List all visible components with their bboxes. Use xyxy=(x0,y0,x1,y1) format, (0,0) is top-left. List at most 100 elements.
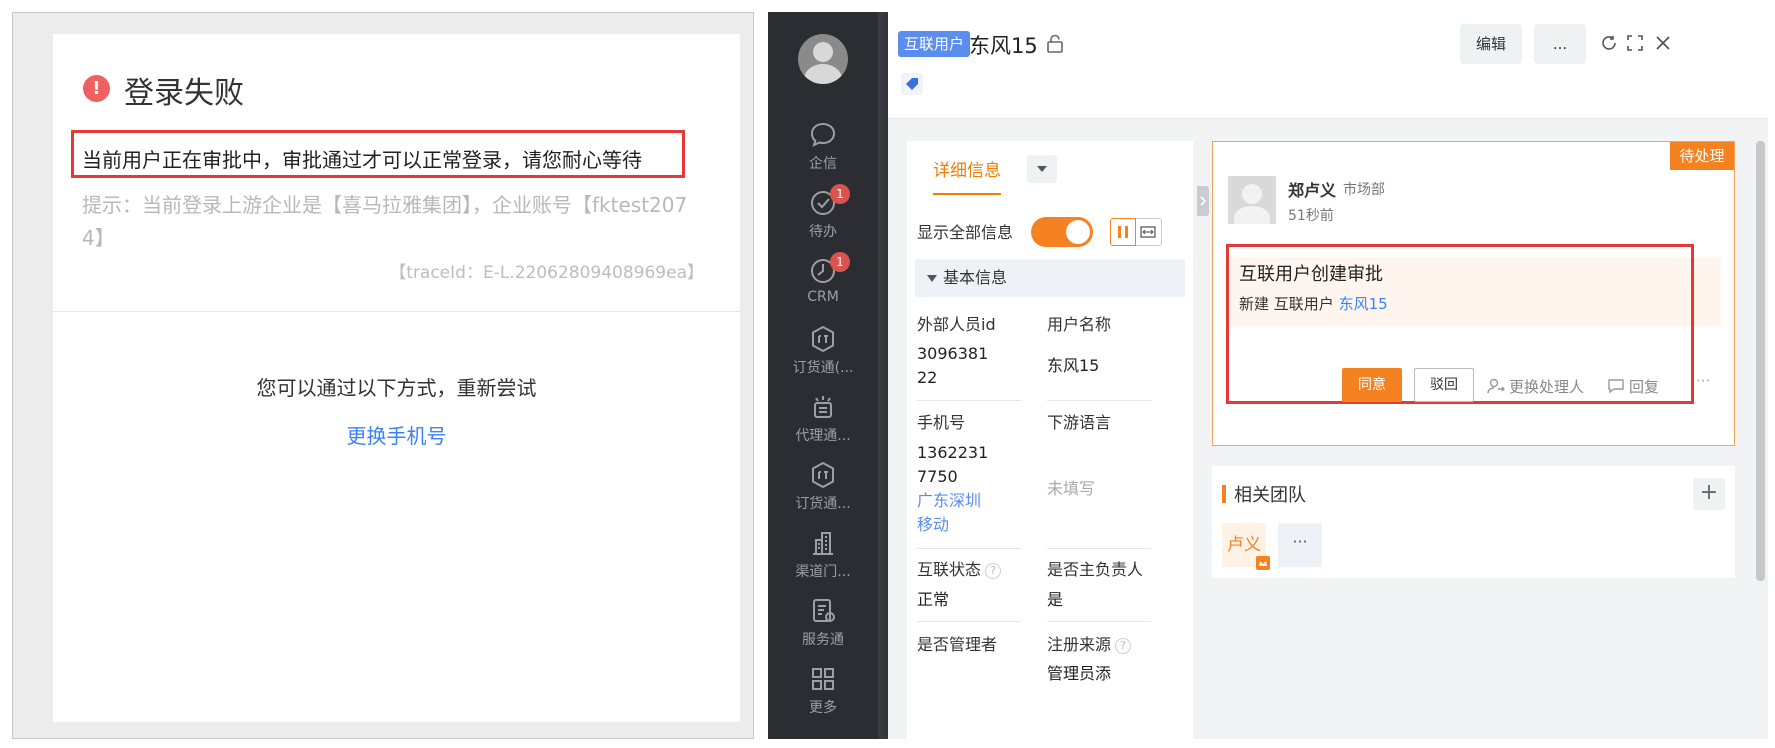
order-icon xyxy=(812,461,834,489)
sidebar-item-more[interactable]: 更多 xyxy=(768,664,878,717)
todo-badge: 1 xyxy=(830,184,850,204)
field-value-owner: 是 xyxy=(1047,590,1064,609)
help-icon[interactable]: ? xyxy=(1115,638,1132,654)
sidebar-item-service[interactable]: 服务通 xyxy=(768,596,878,649)
tag-icon[interactable] xyxy=(901,73,923,95)
field-label-admin: 是否管理者 xyxy=(917,635,998,654)
divider xyxy=(1047,400,1151,401)
divider xyxy=(1047,548,1151,549)
trace-id: 【traceId：E-L.22062809408969ea】 xyxy=(389,263,704,283)
sidebar-item-label: 企信 xyxy=(809,156,837,172)
agree-button[interactable]: 同意 xyxy=(1342,368,1402,402)
sidebar-item-label: 渠道门... xyxy=(795,564,851,580)
sidebar: 企信 1 待办 1 CRM 订货通(... 代理通... 订货通... 渠道门.… xyxy=(768,12,878,739)
related-team-title: 相关团队 xyxy=(1234,485,1306,506)
approval-pending-message: 当前用户正在审批中，审批通过才可以正常登录，请您耐心等待 xyxy=(82,148,642,172)
change-handler-label: 更换处理人 xyxy=(1509,378,1585,396)
fullscreen-icon[interactable] xyxy=(1626,34,1644,52)
source-label-text: 注册来源 xyxy=(1047,635,1112,654)
reply-label: 回复 xyxy=(1629,378,1660,396)
record-drawer: 互联用户 东风15 编辑 ... 详细信息 显示全部信息 基本信息 外部人员id… xyxy=(888,12,1768,739)
record-type-tag: 互联用户 xyxy=(898,31,971,57)
refresh-icon[interactable] xyxy=(1600,34,1618,52)
approval-card: 待处理 郑卢义 市场部 51秒前 互联用户创建审批 新建 互联用户 东风15 同… xyxy=(1212,141,1735,446)
background-page-edge xyxy=(878,12,888,739)
section-basic-info[interactable]: 基本信息 xyxy=(915,259,1185,297)
expand-horizontal-icon xyxy=(1140,226,1156,238)
applicant-department: 市场部 xyxy=(1343,182,1385,198)
field-label-language: 下游语言 xyxy=(1047,413,1112,432)
person-switch-icon xyxy=(1487,378,1505,394)
related-team-card: 相关团队 + 卢义 ··· xyxy=(1212,466,1735,578)
change-handler-button[interactable]: 更换处理人 xyxy=(1487,376,1584,397)
divider xyxy=(917,548,1021,549)
field-label-status: 互联状态? xyxy=(917,556,1002,580)
field-value-language: 未填写 xyxy=(1047,479,1096,498)
tab-dropdown-button[interactable] xyxy=(1027,155,1057,183)
divider xyxy=(917,400,1021,401)
login-failed-card: ! 登录失败 当前用户正在审批中，审批通过才可以正常登录，请您耐心等待 提示：当… xyxy=(53,34,740,722)
sidebar-item-label: 订货通(... xyxy=(792,360,854,376)
chat-icon xyxy=(810,122,836,147)
crown-icon xyxy=(1256,556,1270,570)
sidebar-item-channel[interactable]: 渠道门... xyxy=(768,528,878,581)
applicant-avatar xyxy=(1228,176,1276,224)
layout-columns-button[interactable] xyxy=(1110,218,1136,246)
field-label-phone: 手机号 xyxy=(917,413,966,432)
field-value-external-id-1: 3096381 xyxy=(917,344,989,363)
field-value-status: 正常 xyxy=(917,590,950,609)
sidebar-item-label: 代理通... xyxy=(795,428,851,444)
error-icon: ! xyxy=(83,75,110,102)
sidebar-item-label: 服务通 xyxy=(802,632,844,648)
field-value-source: 管理员添 xyxy=(1047,664,1112,683)
avatar[interactable] xyxy=(798,34,848,84)
order-icon xyxy=(812,325,834,353)
caret-down-icon xyxy=(1037,166,1047,172)
add-member-button[interactable]: + xyxy=(1693,478,1725,510)
section-title: 基本信息 xyxy=(943,268,1008,287)
reply-button[interactable]: 回复 xyxy=(1607,376,1659,397)
help-icon[interactable]: ? xyxy=(985,563,1002,579)
lock-icon[interactable] xyxy=(1046,34,1064,54)
sidebar-item-chat[interactable]: 企信 xyxy=(768,120,878,173)
sidebar-item-order-2[interactable]: 订货通... xyxy=(768,460,878,513)
status-label-text: 互联状态 xyxy=(917,560,982,579)
show-all-toggle[interactable] xyxy=(1031,217,1093,247)
change-phone-link[interactable]: 更换手机号 xyxy=(53,420,740,449)
detail-card: 详细信息 显示全部信息 基本信息 外部人员id 用户名称 3096381 22 … xyxy=(907,141,1193,739)
sidebar-item-order-1[interactable]: 订货通(... xyxy=(768,324,878,377)
pause-icon xyxy=(1118,226,1128,238)
edit-button[interactable]: 编辑 xyxy=(1460,24,1522,64)
grid-icon xyxy=(812,668,834,690)
sidebar-item-label: CRM xyxy=(807,289,839,305)
tab-detail-info[interactable]: 详细信息 xyxy=(933,156,1001,195)
field-value-phone-region-2: 移动 xyxy=(917,515,950,534)
applicant-name: 郑卢义 xyxy=(1288,181,1337,200)
reject-button[interactable]: 驳回 xyxy=(1414,368,1474,402)
more-actions-button[interactable]: ··· xyxy=(1696,372,1710,390)
scrollbar[interactable] xyxy=(1756,141,1765,581)
field-value-phone-region-1: 广东深圳 xyxy=(917,491,982,510)
field-label-source: 注册来源? xyxy=(1047,631,1132,655)
drawer-header: 互联用户 东风15 编辑 ... xyxy=(888,12,1768,119)
collapse-panel-handle[interactable] xyxy=(1197,186,1209,216)
show-all-label: 显示全部信息 xyxy=(917,223,1014,242)
sidebar-item-crm[interactable]: 1 CRM xyxy=(768,252,878,305)
login-failed-panel: ! 登录失败 当前用户正在审批中，审批通过才可以正常登录，请您耐心等待 提示：当… xyxy=(12,12,754,739)
sidebar-item-label: 待办 xyxy=(809,224,837,240)
retry-text: 您可以通过以下方式，重新尝试 xyxy=(256,376,537,400)
field-value-phone-1: 1362231 xyxy=(917,443,989,462)
sidebar-item-todo[interactable]: 1 待办 xyxy=(768,184,878,241)
sidebar-item-agent[interactable]: 代理通... xyxy=(768,392,878,445)
more-members-button[interactable]: ··· xyxy=(1278,523,1322,567)
field-label-user-name: 用户名称 xyxy=(1047,315,1112,334)
more-button[interactable]: ... xyxy=(1534,24,1586,64)
close-icon[interactable] xyxy=(1654,34,1672,52)
login-failed-title: 登录失败 xyxy=(124,76,244,111)
field-value-external-id-2: 22 xyxy=(917,368,938,387)
collapse-triangle-icon xyxy=(927,275,937,282)
agent-icon xyxy=(814,396,832,418)
divider xyxy=(53,311,740,312)
section-accent-bar xyxy=(1222,485,1226,503)
layout-expand-button[interactable] xyxy=(1136,218,1162,246)
